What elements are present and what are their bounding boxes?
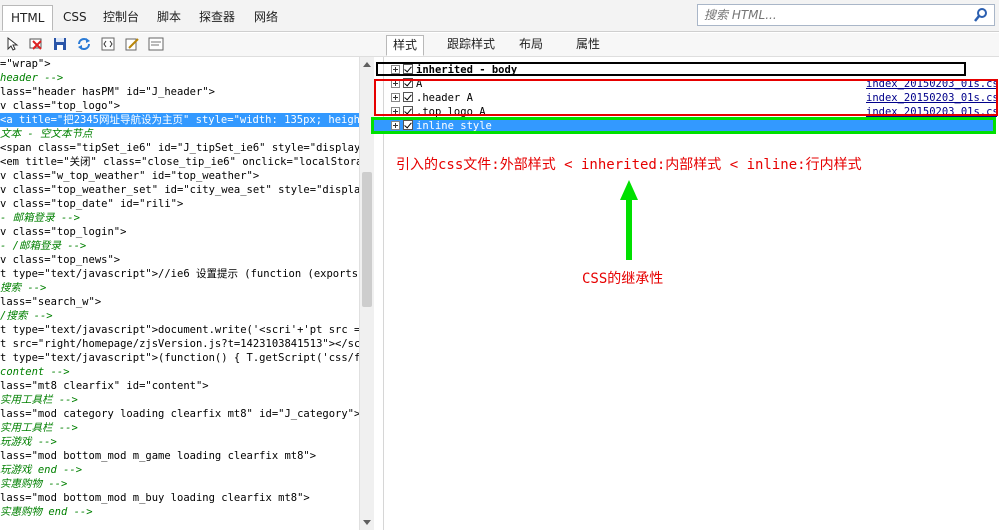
dom-line[interactable]: 玩游戏 end --> (0, 463, 82, 477)
dom-line[interactable]: v class="top_news"> (0, 253, 120, 267)
tab-layout[interactable]: 布局 (513, 35, 549, 56)
scroll-down-icon[interactable] (363, 520, 371, 525)
dom-line-selected[interactable]: <a title="把2345网址导航设为主页" style="width: 1… (0, 113, 359, 127)
dom-line[interactable]: v class="top_weather_set" id="city_wea_s… (0, 183, 359, 197)
dom-line[interactable]: 实用工具栏 --> (0, 421, 78, 435)
top-tab-bar: HTML CSS 控制台 脚本 探查器 网络 (0, 0, 999, 32)
dom-line[interactable]: lass="mod bottom_mod m_game loading clea… (0, 449, 316, 463)
edit-icon[interactable] (124, 36, 140, 52)
tab-script[interactable]: 脚本 (149, 5, 189, 31)
search-box (697, 4, 995, 26)
arrow-up-icon (620, 180, 638, 260)
tab-console[interactable]: 控制台 (95, 5, 147, 31)
dom-line[interactable]: - 邮箱登录 --> (0, 211, 80, 225)
inherited-box (376, 62, 966, 76)
dom-toolbar (0, 33, 383, 57)
inline-style-box (371, 117, 996, 134)
annotation-inherit: CSS的继承性 (582, 271, 664, 287)
dom-line[interactable]: content --> (0, 365, 70, 379)
external-css-box (374, 79, 998, 116)
clear-highlight-icon[interactable] (28, 36, 44, 52)
dom-line[interactable]: /搜索 --> (0, 309, 53, 323)
dom-line[interactable]: <em title="关闭" class="close_tip_ie6" onc… (0, 155, 359, 169)
select-element-icon[interactable] (5, 36, 21, 52)
dom-line[interactable]: v class="top_logo"> (0, 99, 120, 113)
save-icon[interactable] (52, 36, 68, 52)
dom-line[interactable]: lass="mod bottom_mod m_buy loading clear… (0, 491, 310, 505)
tab-styles[interactable]: 样式 (386, 35, 425, 56)
search-icon[interactable] (973, 7, 989, 23)
annotation-summary: 引入的css文件:外部样式 < inherited:内部样式 < inline:… (396, 157, 862, 173)
dom-line[interactable]: v class="w_top_weather" id="top_weather"… (0, 169, 259, 183)
scroll-up-icon[interactable] (363, 62, 371, 67)
dom-line[interactable]: - /邮箱登录 --> (0, 239, 86, 253)
dom-line[interactable]: t src="right/homepage/zjsVersion.js?t=14… (0, 337, 359, 351)
dom-line[interactable]: lass="header hasPM" id="J_header"> (0, 85, 215, 99)
dom-line[interactable]: 实惠购物 end --> (0, 505, 93, 519)
search-input[interactable] (698, 5, 970, 25)
dom-line[interactable]: ="wrap"> (0, 57, 51, 71)
dom-line[interactable]: t type="text/javascript">(function() { T… (0, 351, 359, 365)
dom-line[interactable]: lass="search_w"> (0, 295, 101, 309)
dom-source-icon[interactable] (100, 36, 116, 52)
dom-line[interactable]: <span class="tipSet_ie6" id="J_tipSet_ie… (0, 141, 359, 155)
style-tab-bar: 样式 跟踪样式 布局 属性 (383, 33, 999, 57)
dom-line[interactable]: lass="mod category loading clearfix mt8"… (0, 407, 359, 421)
tab-css[interactable]: CSS (55, 5, 95, 31)
dom-line[interactable]: 实惠购物 --> (0, 477, 67, 491)
dom-line[interactable]: header --> (0, 71, 63, 85)
scroll-thumb[interactable] (362, 172, 372, 307)
refresh-icon[interactable] (76, 36, 92, 52)
dom-tree: ="wrap"> header --> lass="header hasPM" … (0, 57, 359, 530)
dom-line[interactable]: 文本 - 空文本节点 (0, 127, 92, 141)
tab-profiler[interactable]: 探查器 (191, 5, 243, 31)
dom-line[interactable]: 玩游戏 --> (0, 435, 57, 449)
dom-line[interactable]: v class="top_date" id="rili"> (0, 197, 183, 211)
dom-line[interactable]: t type="text/javascript">//ie6 设置提示 (fun… (0, 267, 359, 281)
tab-trace-styles[interactable]: 跟踪样式 (441, 35, 501, 56)
word-wrap-icon[interactable] (148, 36, 164, 52)
tab-attributes[interactable]: 属性 (570, 35, 606, 56)
dom-line[interactable]: 实用工具栏 --> (0, 393, 78, 407)
dom-line[interactable]: t type="text/javascript">document.write(… (0, 323, 359, 337)
dom-line[interactable]: lass="mt8 clearfix" id="content"> (0, 379, 209, 393)
dom-line[interactable]: 搜索 --> (0, 281, 46, 295)
tab-network[interactable]: 网络 (246, 5, 286, 31)
dom-line[interactable]: v class="top_login"> (0, 225, 126, 239)
tab-html[interactable]: HTML (2, 5, 54, 31)
